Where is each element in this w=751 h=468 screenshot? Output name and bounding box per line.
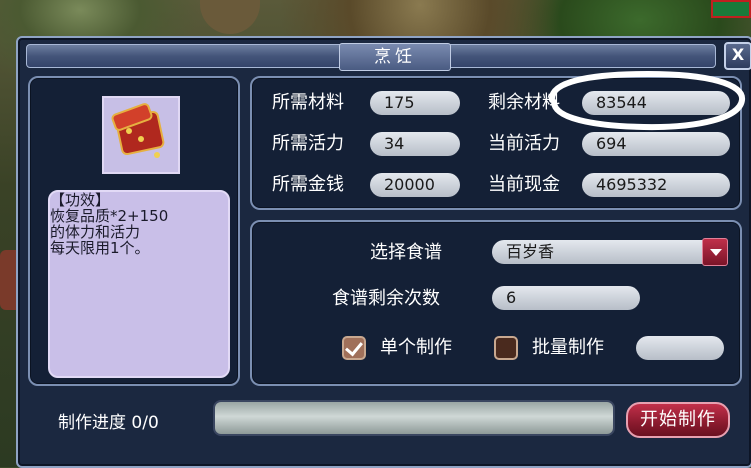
- required-money-value: 20000: [370, 173, 460, 197]
- chest-coin: [154, 152, 160, 158]
- chest-gem: [126, 128, 132, 134]
- start-crafting-button[interactable]: 开始制作: [626, 402, 730, 438]
- chevron-down-icon[interactable]: [702, 238, 728, 266]
- required-material-value: 175: [370, 91, 460, 115]
- hand-drawn-highlight-circle: [549, 70, 745, 131]
- current-cash-value: 4695332: [582, 173, 730, 197]
- craft-progress-label: 制作进度 0/0: [58, 413, 159, 433]
- current-vitality-label: 当前活力: [488, 133, 560, 154]
- recipe-remaining-label: 食谱剩余次数: [332, 288, 440, 309]
- title-bar[interactable]: 烹饪: [26, 43, 716, 71]
- craft-progress-bar: [213, 400, 615, 436]
- select-recipe-label: 选择食谱: [370, 242, 442, 263]
- batch-quantity-input[interactable]: [636, 336, 724, 360]
- item-panel: 【功效】 恢复品质*2+150 的体力和活力 每天限用1个。: [28, 76, 240, 386]
- single-craft-label: 单个制作: [380, 337, 452, 358]
- scene-flag: [711, 0, 751, 18]
- effect-line: 的体力和活力: [50, 223, 141, 241]
- effect-line: 恢复品质*2+150: [50, 207, 169, 225]
- batch-craft-checkbox[interactable]: [494, 336, 518, 360]
- effect-line: 【功效】: [50, 191, 111, 209]
- current-cash-label: 当前现金: [488, 174, 560, 195]
- recipe-remaining-value: 6: [492, 286, 640, 310]
- required-vitality-value: 34: [370, 132, 460, 156]
- dialog-title: 烹饪: [339, 43, 451, 71]
- recipe-selected-value: 百岁香: [506, 242, 555, 261]
- scene-barrel: [200, 0, 260, 34]
- required-material-label: 所需材料: [272, 92, 344, 113]
- effect-line: 每天限用1个。: [50, 239, 150, 257]
- current-vitality-value: 694: [582, 132, 730, 156]
- single-craft-checkbox[interactable]: [342, 336, 366, 360]
- effect-description: 【功效】 恢复品质*2+150 的体力和活力 每天限用1个。: [48, 190, 230, 378]
- required-money-label: 所需金钱: [272, 174, 344, 195]
- required-vitality-label: 所需活力: [272, 133, 344, 154]
- chest-gem: [138, 136, 144, 142]
- batch-craft-label: 批量制作: [532, 337, 604, 358]
- recipe-panel: 选择食谱 百岁香 食谱剩余次数 6 单个制作 批量制作: [250, 220, 742, 386]
- treasure-chest-icon: [102, 96, 180, 174]
- recipe-dropdown[interactable]: 百岁香: [492, 238, 728, 266]
- close-button[interactable]: X: [724, 42, 751, 70]
